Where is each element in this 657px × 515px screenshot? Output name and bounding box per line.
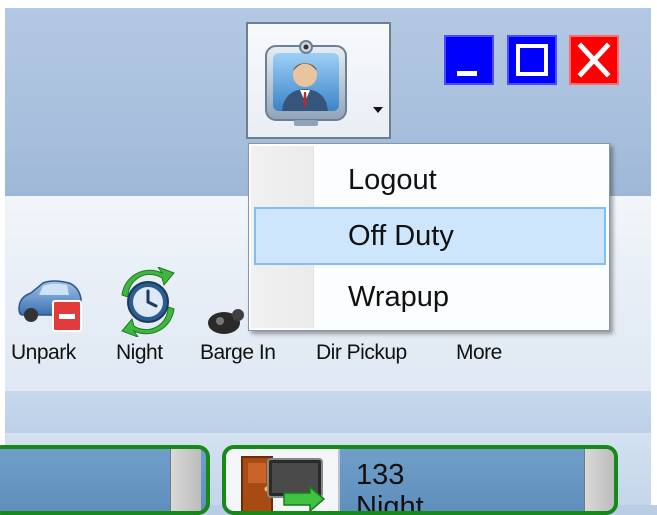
- night-clock-icon: [121, 267, 175, 337]
- more-button[interactable]: More: [448, 267, 518, 377]
- panel-scrollbar[interactable]: [170, 449, 201, 511]
- extension-number: 133: [356, 459, 405, 491]
- night-label: Night: [116, 341, 163, 364]
- agent-avatar-icon: [265, 40, 347, 126]
- window-frame-right: [651, 0, 657, 505]
- dir-pickup-label: Dir Pickup: [316, 341, 407, 364]
- extension-icon-box: [226, 449, 340, 511]
- agent-status-button[interactable]: [246, 22, 391, 139]
- close-button[interactable]: [569, 35, 619, 85]
- maximize-icon: [516, 44, 548, 76]
- maximize-button[interactable]: [507, 35, 557, 85]
- caret-down-icon: [373, 107, 383, 113]
- extension-status: Night: [356, 491, 424, 515]
- menu-item-label: Logout: [348, 164, 437, 196]
- barge-in-icon: [208, 309, 244, 334]
- barge-in-label: Barge In: [200, 341, 276, 364]
- menu-item-logout[interactable]: Logout: [254, 151, 606, 209]
- dir-pickup-button[interactable]: Dir Pickup: [310, 267, 440, 377]
- car-park-icon: [18, 280, 82, 332]
- door-monitor-icon: [241, 456, 326, 511]
- minimize-button[interactable]: [444, 35, 494, 85]
- close-icon: [577, 42, 611, 78]
- minimize-icon: [457, 71, 477, 76]
- menu-item-label: Off Duty: [348, 220, 454, 252]
- section-band: [5, 391, 651, 433]
- unpark-button[interactable]: Unpark: [5, 267, 95, 377]
- unpark-label: Unpark: [11, 341, 76, 364]
- panel-scrollbar[interactable]: [584, 449, 614, 511]
- menu-item-off-duty[interactable]: Off Duty: [254, 207, 606, 265]
- barge-in-button[interactable]: Barge In: [196, 267, 296, 377]
- night-button[interactable]: Night: [106, 267, 186, 377]
- more-label: More: [456, 341, 502, 364]
- window-frame-top: [0, 0, 657, 8]
